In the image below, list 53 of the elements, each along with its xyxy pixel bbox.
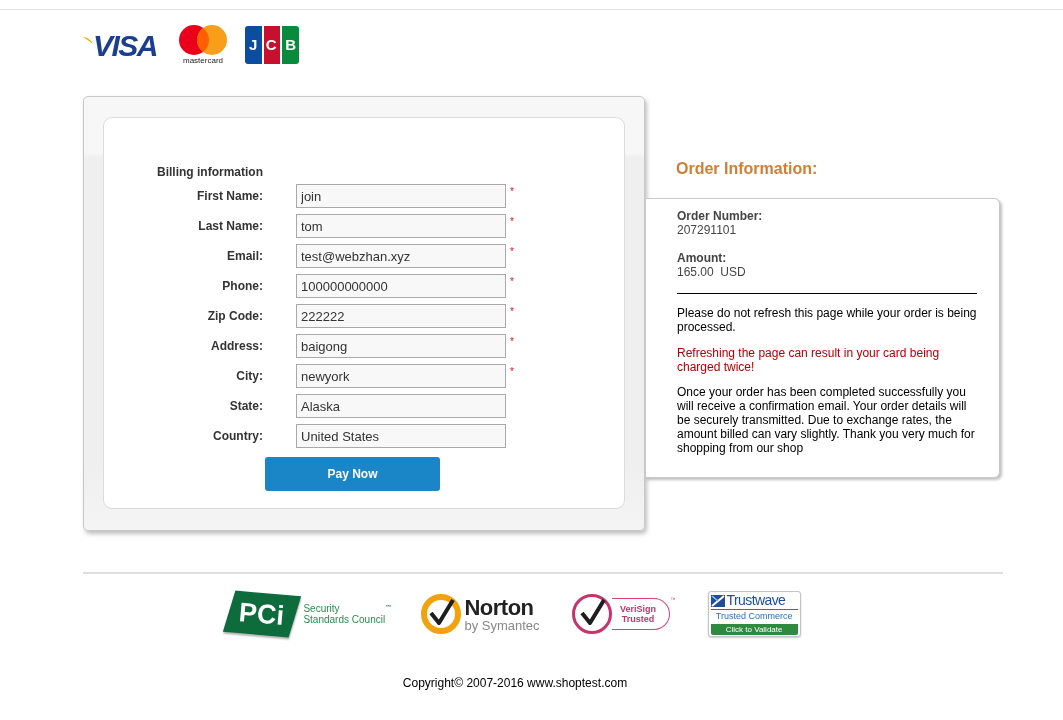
field-label: First Name: (195, 189, 263, 203)
amount-value: 165.00 USD (677, 265, 746, 279)
field-label: Zip Code: (206, 309, 263, 323)
brand-name: Norton (464, 595, 535, 619)
warning-text: Refreshing the page can result in your card being charged twice! (677, 346, 941, 374)
required-mark: * (510, 187, 514, 197)
brand-tagline: Trusted Commerce (714, 610, 794, 622)
brand-name: mastercard (183, 56, 223, 65)
brand-name: VeriSign (620, 604, 657, 614)
brand-name: PCi (238, 598, 287, 630)
required-mark: * (510, 247, 514, 257)
field-label: Address: (210, 339, 263, 353)
required-mark: * (510, 367, 514, 377)
required-mark: * (510, 337, 514, 347)
brand-name: Trustwave (726, 593, 786, 608)
section-title: Billing information (157, 165, 263, 179)
field-label: Country: (212, 429, 263, 443)
brand-name: Standards Council (303, 614, 386, 625)
required-mark: * (510, 217, 514, 227)
check-ring-icon (421, 594, 462, 634)
pay-now-button[interactable]: Pay Now (265, 457, 440, 491)
text-field[interactable]: baigong (296, 334, 506, 358)
brand-byline: by Symantec (464, 618, 540, 633)
trustwave-mark-icon (710, 594, 725, 607)
field-label: State: (228, 399, 263, 413)
brand-name: Security (303, 603, 340, 614)
text-field[interactable]: United States (296, 424, 506, 448)
text-field[interactable]: Alaska (296, 394, 506, 418)
brand-name: Trusted (621, 614, 655, 624)
notice-text: Please do not refresh this page while your order is being processed. (677, 306, 978, 334)
text-field[interactable]: test@webzhan.xyz (296, 244, 506, 268)
swoosh-icon (83, 36, 93, 44)
section-heading: Order Information: (676, 160, 818, 178)
check-ring-icon (571, 594, 612, 634)
field-label: Email: (226, 249, 263, 263)
text-field[interactable]: newyork (296, 364, 506, 388)
text-field[interactable]: tom (296, 214, 506, 238)
field-label: Phone: (221, 279, 263, 293)
field-label: City: (235, 369, 263, 383)
text-field[interactable]: join (296, 184, 506, 208)
copyright-text: Copyright© 2007-2016 www.shoptest.com (402, 676, 628, 690)
required-mark: * (510, 307, 514, 317)
order-number-label: Order Number: (677, 209, 763, 223)
order-number: 207291101 (677, 223, 737, 237)
text-field[interactable]: 100000000000 (296, 274, 506, 298)
info-text: Once your order has been completed successfully you will receive a confirmation email. Your order details will be securely transmitted. Due to exchange rates, the amount billed can vary slightly. Thank you very much for shopping from our shop (677, 385, 976, 455)
overlapping-circles-icon (178, 25, 228, 55)
validate-link[interactable]: Click to Validate (710, 624, 798, 635)
amount-label: Amount: (677, 251, 727, 265)
field-label: Last Name: (197, 219, 263, 233)
required-mark: * (510, 277, 514, 287)
visa-logo: VISA (93, 29, 158, 61)
text-field[interactable]: 222222 (296, 304, 506, 328)
